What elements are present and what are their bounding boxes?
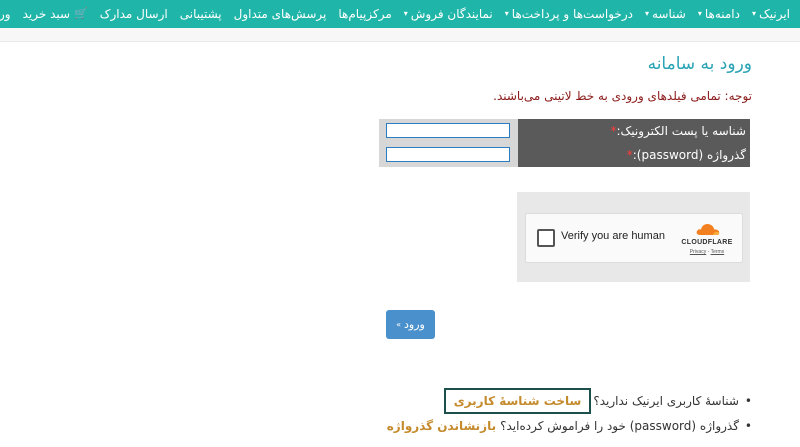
username-input[interactable]: [386, 123, 510, 138]
latin-notice: توجه: تمامی فیلدهای ورودی به خط لاتینی م…: [493, 89, 752, 103]
nav-label: درخواست‌ها و پرداخت‌ها: [511, 7, 633, 21]
nav-item-faq[interactable]: پرسش‌های متداول: [228, 0, 333, 28]
nav-label: پرسش‌های متداول: [233, 7, 327, 21]
cloudflare-logo: CLOUDFLARE Privacy - Terms: [678, 222, 736, 258]
login-form: شناسه یا پست الکترونیک:* گذرواژه (passwo…: [379, 119, 750, 167]
page-title: ورود به سامانه: [647, 54, 752, 74]
double-arrow-icon: »: [396, 320, 402, 329]
password-label-text: گذرواژه (password):: [632, 148, 746, 162]
chevron-down-icon: ▾: [403, 9, 408, 18]
nav-item-resellers[interactable]: نمایندگان فروش ▾: [398, 0, 499, 28]
login-submit-button[interactable]: ورود »: [386, 310, 435, 339]
chevron-down-icon: ▾: [644, 9, 649, 18]
nav-item-irnic[interactable]: ایرنیک ▾: [746, 0, 796, 28]
nav-label: ارسال مدارک: [99, 7, 168, 21]
top-navbar: ایرنیک ▾ دامنه‌ها ▾ شناسه ▾ درخواست‌ها و…: [0, 0, 800, 28]
forgot-text: گذرواژه (password) خود را فراموش کرده‌ای…: [500, 419, 739, 433]
chevron-down-icon: ▾: [697, 9, 702, 18]
nav-item-requests-payments[interactable]: درخواست‌ها و پرداخت‌ها ▾: [499, 0, 639, 28]
no-account-text: شناسهٔ کاربری ایرنیک ندارید؟: [593, 394, 739, 408]
nav-item-support[interactable]: پشتیبانی: [174, 0, 228, 28]
submit-label: ورود: [404, 318, 425, 331]
help-register-line: • شناسهٔ کاربری ایرنیک ندارید؟ ساخت شناس…: [443, 388, 752, 414]
username-label-text: شناسه یا پست الکترونیک:: [616, 124, 747, 138]
nav-item-message-center[interactable]: مرکزپیام‌ها: [332, 0, 397, 28]
nav-item-handle[interactable]: شناسه ▾: [639, 0, 692, 28]
nav-label: دامنه‌ها: [704, 7, 740, 21]
terms-link[interactable]: Terms: [711, 249, 725, 255]
reset-password-link[interactable]: بازنشاندن گذرواژه: [387, 419, 496, 433]
verify-label: Verify you are human: [561, 230, 665, 242]
password-label: گذرواژه (password):*: [518, 143, 750, 167]
nav-label: ایرنیک: [759, 7, 790, 21]
nav-label: مرکزپیام‌ها: [338, 7, 392, 21]
password-row: گذرواژه (password):*: [379, 143, 750, 167]
nav-label: پشتیبانی: [179, 7, 222, 21]
bullet: •: [744, 419, 752, 433]
cloud-icon: [696, 224, 720, 235]
chevron-down-icon: ▾: [504, 9, 509, 18]
register-link[interactable]: ساخت شناسهٔ کاربری: [454, 394, 582, 408]
password-input-cell: [379, 143, 518, 167]
nav-item-cart[interactable]: 🛒 سبد خرید: [17, 0, 94, 28]
cloudflare-turnstile: Verify you are human CLOUDFLARE Privacy …: [525, 213, 743, 263]
username-label: شناسه یا پست الکترونیک:*: [518, 119, 750, 143]
bullet: •: [744, 394, 752, 408]
sub-header-strip: [0, 28, 800, 42]
chevron-down-icon: ▾: [751, 9, 756, 18]
nav-label: نمایندگان فروش: [410, 7, 493, 21]
nav-item-domains[interactable]: دامنه‌ها ▾: [692, 0, 746, 28]
nav-item-login[interactable]: ورود: [0, 0, 17, 28]
username-input-cell: [379, 119, 518, 143]
nav-item-send-documents[interactable]: ارسال مدارک: [94, 0, 174, 28]
register-link-box: ساخت شناسهٔ کاربری: [443, 388, 592, 414]
nav-label: ورود: [0, 7, 11, 21]
username-row: شناسه یا پست الکترونیک:*: [379, 119, 750, 143]
password-input[interactable]: [386, 147, 510, 162]
help-forgot-line: • گذرواژه (password) خود را فراموش کرده‌…: [387, 419, 752, 433]
privacy-link[interactable]: Privacy: [690, 249, 706, 255]
nav-label: سبد خرید: [22, 7, 71, 21]
cart-icon: 🛒: [74, 7, 88, 20]
verify-checkbox[interactable]: [537, 229, 555, 247]
cloudflare-wordmark: CLOUDFLARE: [681, 239, 733, 246]
cloudflare-links: Privacy - Terms: [678, 249, 736, 255]
nav-label: شناسه: [651, 7, 686, 21]
